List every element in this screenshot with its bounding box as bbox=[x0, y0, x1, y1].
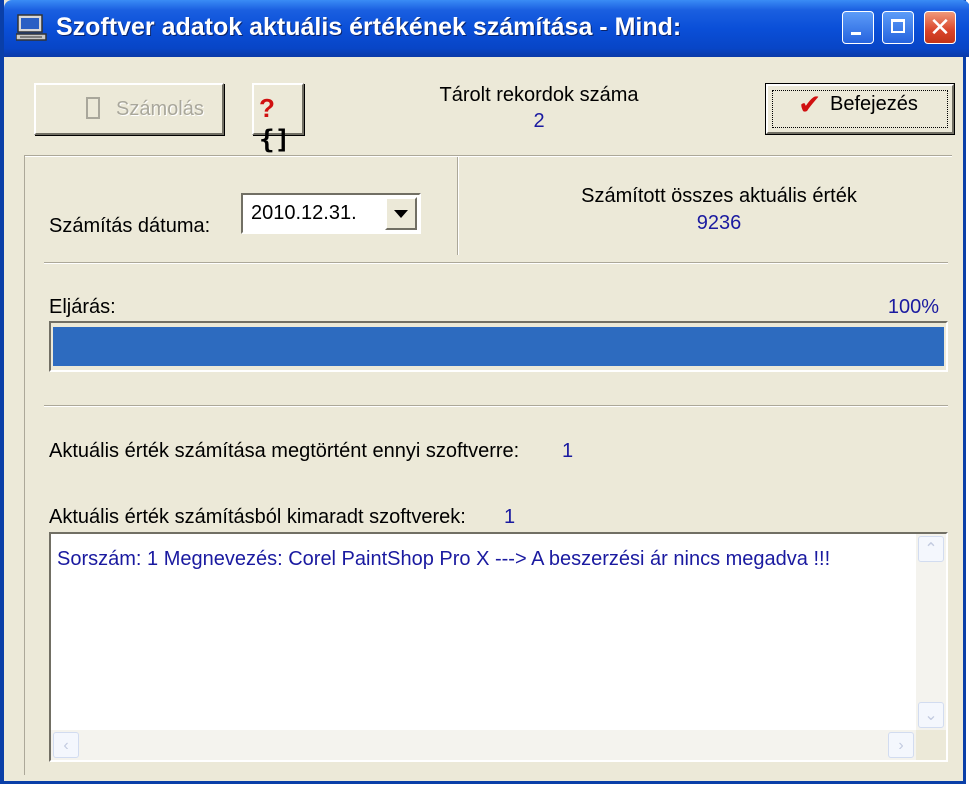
progress-fill bbox=[53, 327, 944, 366]
checkmark-icon: ✔ bbox=[798, 89, 822, 120]
scroll-up-icon[interactable]: ⌃ bbox=[918, 536, 944, 562]
done-count-value: 1 bbox=[562, 440, 574, 462]
finish-button[interactable]: ✔ Befejezés bbox=[766, 84, 954, 134]
missed-software-list[interactable]: Sorszám: 1 Megnevezés: Corel PaintShop P… bbox=[49, 532, 948, 762]
finish-label: Befejezés bbox=[830, 93, 918, 115]
scroll-down-icon[interactable]: ⌄ bbox=[918, 702, 944, 728]
minimize-icon bbox=[851, 32, 861, 35]
calculate-label: Számolás bbox=[116, 98, 204, 120]
help-brace: {] bbox=[259, 125, 291, 155]
total-value: 9236 bbox=[696, 212, 742, 234]
minimize-button[interactable] bbox=[842, 11, 874, 44]
calc-date-value: 2010.12.31. bbox=[251, 202, 357, 224]
computer-icon bbox=[16, 14, 47, 41]
calculator-icon bbox=[86, 97, 100, 119]
panel-border-left bbox=[24, 155, 25, 775]
maximize-button[interactable] bbox=[882, 11, 914, 44]
horizontal-scrollbar[interactable]: ‹ › bbox=[51, 730, 916, 760]
scroll-right-icon[interactable]: › bbox=[888, 732, 914, 758]
help-code-icon: ?{] bbox=[259, 93, 302, 155]
divider-vertical bbox=[458, 157, 459, 255]
calc-date-select[interactable]: 2010.12.31. bbox=[241, 193, 421, 234]
help-question-mark: ? bbox=[259, 93, 275, 123]
divider bbox=[44, 406, 948, 407]
divider bbox=[24, 156, 952, 157]
title-bar[interactable]: Szoftver adatok aktuális értékének számí… bbox=[4, 0, 969, 57]
divider bbox=[44, 263, 948, 264]
scroll-left-icon[interactable]: ‹ bbox=[53, 732, 79, 758]
help-button[interactable]: ?{] bbox=[252, 83, 304, 155]
stored-records-caption: Tárolt rekordok száma bbox=[439, 84, 639, 106]
vertical-scrollbar[interactable]: ⌃ ⌄ bbox=[916, 534, 946, 730]
total-value-caption: Számított összes aktuális érték bbox=[581, 185, 857, 207]
process-percent: 100% bbox=[887, 296, 939, 318]
close-icon: ✕ bbox=[929, 12, 951, 42]
maximize-icon bbox=[891, 19, 905, 33]
missed-count-label: Aktuális érték számításból kimaradt szof… bbox=[49, 506, 466, 528]
app-window: Szoftver adatok aktuális értékének számí… bbox=[0, 0, 969, 784]
date-dropdown-button[interactable] bbox=[385, 197, 417, 230]
chevron-down-icon bbox=[394, 210, 408, 218]
calc-date-label: Számítás dátuma: bbox=[49, 215, 211, 237]
progress-bar bbox=[49, 321, 948, 372]
scrollbar-corner bbox=[916, 730, 946, 760]
window-title: Szoftver adatok aktuális értékének számí… bbox=[56, 13, 682, 41]
done-count-label: Aktuális érték számítása megtörtént enny… bbox=[49, 440, 520, 462]
stored-records-value: 2 bbox=[533, 110, 545, 132]
calculate-button[interactable]: Számolás bbox=[34, 83, 224, 135]
process-label: Eljárás: bbox=[49, 296, 116, 318]
list-item: Sorszám: 1 Megnevezés: Corel PaintShop P… bbox=[57, 548, 831, 570]
close-button[interactable]: ✕ bbox=[924, 11, 956, 44]
missed-count-value: 1 bbox=[504, 506, 516, 528]
